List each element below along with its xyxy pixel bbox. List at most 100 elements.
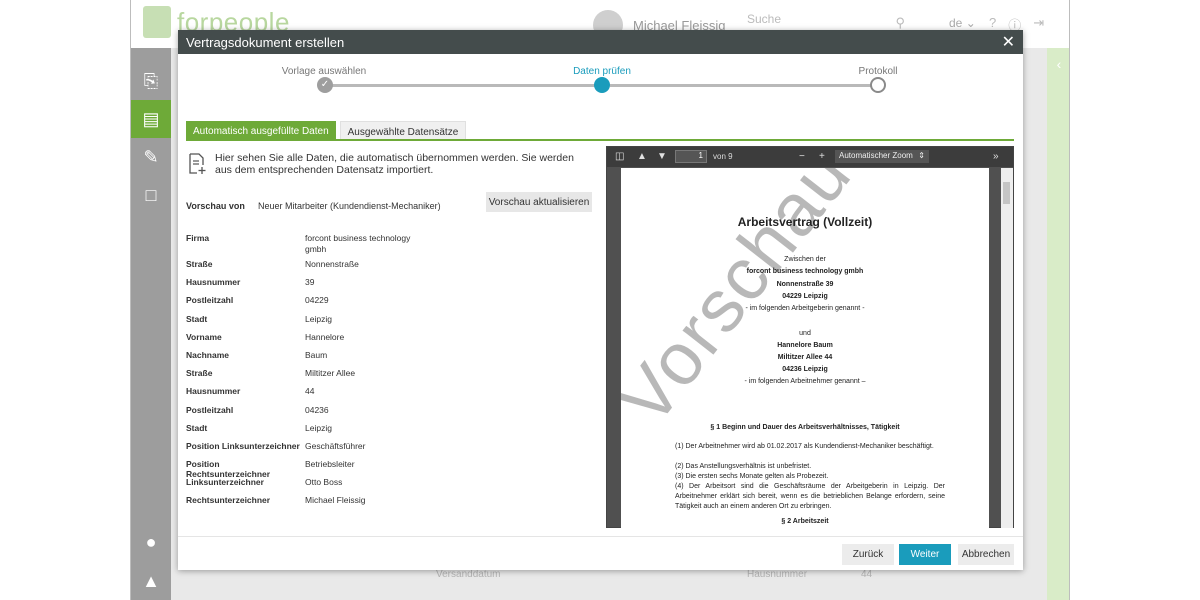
field-label: Rechtsunterzeichner: [186, 495, 271, 506]
step-active-dot[interactable]: [594, 77, 610, 93]
background-field-value: 44: [861, 569, 873, 580]
field-value: 44: [305, 386, 315, 397]
field-row: Linksunterzeichner Otto Boss: [186, 477, 486, 495]
sidebar-item-documents[interactable]: ▤: [131, 100, 171, 138]
pdf-zoom-select[interactable]: Automatischer Zoom ⇕: [835, 150, 929, 163]
field-value: 04236: [305, 404, 329, 415]
field-value: Miltitzer Allee: [305, 368, 356, 379]
cancel-button[interactable]: Abbrechen: [958, 544, 1014, 565]
field-row: Stadt Leipzig: [186, 423, 486, 441]
field-label: Firma: [186, 233, 210, 243]
step-label-template: Vorlage auswählen: [281, 66, 367, 77]
sidebar-item-profile[interactable]: ●: [131, 523, 171, 561]
chevron-left-icon: ‹: [1056, 56, 1062, 72]
step-connector: [332, 84, 600, 87]
language-select[interactable]: de ⌄: [949, 16, 976, 30]
doc-line: 04229 Leipzig: [782, 293, 828, 300]
pdf-page-input[interactable]: 1: [675, 150, 707, 163]
close-icon[interactable]: ✕: [1002, 32, 1015, 52]
more-tools-icon[interactable]: »: [993, 151, 999, 162]
doc-line: forcont business technology gmbh: [746, 268, 864, 275]
step-done-check-icon[interactable]: ✓: [317, 77, 333, 93]
update-preview-button[interactable]: Vorschau aktualisieren: [486, 192, 592, 212]
next-button[interactable]: Weiter: [899, 544, 951, 565]
tab-selected-records[interactable]: Ausgewählte Datensätze: [339, 121, 467, 140]
sidebar-item-folders[interactable]: □: [131, 176, 171, 214]
pdf-zoom-value: Automatischer Zoom: [839, 151, 913, 160]
field-label: Stadt: [186, 422, 208, 433]
field-value: Betriebsleiter: [305, 459, 355, 470]
field-value: Michael Fleissig: [305, 495, 366, 506]
field-row: Rechtsunterzeichner Michael Fleissig: [186, 495, 486, 513]
field-value: Geschäftsführer: [305, 440, 366, 451]
sidebar-item-import[interactable]: ⎘: [131, 62, 171, 100]
sidebar-toggle-icon[interactable]: ◫: [615, 151, 624, 162]
sidebar-item-admin[interactable]: ▲: [131, 562, 171, 600]
field-row: Stadt Leipzig: [186, 314, 486, 332]
background-field-label: Versanddatum: [436, 569, 501, 580]
field-row: Hausnummer 44: [186, 386, 486, 404]
arrow-down-icon[interactable]: ▼: [657, 151, 667, 162]
preview-value: Neuer Mitarbeiter (Kundendienst-Mechanik…: [258, 201, 441, 211]
step-connector: [610, 84, 876, 87]
preview-label: Vorschau von: [186, 201, 245, 211]
step-todo-dot[interactable]: [870, 77, 886, 93]
doc-paragraph: (3) Die ersten sechs Monate gelten als P…: [675, 473, 829, 480]
chevron-updown-icon: ⇕: [918, 151, 925, 160]
back-button[interactable]: Zurück: [842, 544, 894, 565]
field-label: Position Rechtsunterzeichner: [186, 459, 271, 480]
doc-line: Hannelore Baum: [777, 342, 833, 349]
doc-paragraph: (2) Das Anstellungsverhältnis ist unbefr…: [675, 463, 812, 470]
field-value: forcont business technology gmbh: [305, 233, 411, 254]
pdf-toolbar: ◫ ▲ ▼ 1 von 9 − + Automatischer Zoom ⇕ »: [607, 147, 1013, 167]
field-label: Straße: [186, 259, 213, 269]
field-label: Hausnummer: [186, 386, 241, 397]
doc-line: und: [799, 330, 811, 337]
doc-line: - im folgenden Arbeitgeberin genannt -: [745, 305, 865, 312]
field-row: Hausnummer 39: [186, 277, 486, 295]
field-row: Firma forcont business technology gmbh: [186, 233, 486, 259]
doc-line: Zwischen der: [784, 256, 826, 263]
field-value: 39: [305, 277, 315, 288]
field-value: Hannelore: [305, 331, 345, 342]
admin-icon: ▲: [142, 570, 160, 591]
document-icon: ▤: [142, 108, 160, 129]
field-value: Leipzig: [305, 422, 332, 433]
tab-bar: Automatisch ausgefüllte Daten Ausgewählt…: [186, 121, 470, 140]
logout-icon[interactable]: ⇥: [1033, 15, 1044, 34]
field-value: Otto Boss: [305, 477, 343, 488]
right-panel-strip[interactable]: ‹: [1047, 48, 1069, 600]
field-row: Straße Nonnenstraße: [186, 259, 486, 277]
field-row: Position Linksunterzeichner Geschäftsführ…: [186, 441, 486, 459]
step-label-data: Daten prüfen: [573, 66, 631, 77]
field-label: Stadt: [186, 313, 208, 324]
field-label: Hausnummer: [186, 277, 241, 288]
zoom-out-icon[interactable]: −: [799, 151, 805, 162]
arrow-up-icon[interactable]: ▲: [637, 151, 647, 162]
logo-icon: [143, 6, 171, 38]
field-label: Straße: [186, 368, 213, 379]
zoom-in-icon[interactable]: +: [819, 151, 825, 162]
field-label: Postleitzahl: [186, 404, 234, 415]
field-value: Baum: [305, 349, 328, 360]
sidebar-item-edit[interactable]: ✎: [131, 138, 171, 176]
scroll-thumb[interactable]: [1003, 182, 1010, 204]
dialog-title: Vertragsdokument erstellen: [186, 35, 345, 50]
tab-auto-filled[interactable]: Automatisch ausgefüllte Daten: [186, 121, 336, 140]
search-placeholder: Suche: [747, 12, 782, 26]
tab-underline: [186, 139, 1014, 141]
search-icon[interactable]: ⚲: [895, 15, 905, 31]
field-row: Nachname Baum: [186, 350, 486, 368]
language-value: de: [949, 16, 963, 30]
field-label: Position Linksunterzeichner: [186, 440, 300, 451]
doc-section-heading: § 1 Beginn und Dauer des Arbeitsverhältn…: [710, 424, 900, 431]
doc-section-heading: § 2 Arbeitszeit: [781, 518, 829, 525]
field-label: Nachname: [186, 349, 229, 360]
field-value: 04229: [305, 295, 329, 306]
field-row: Straße Miltitzer Allee: [186, 368, 486, 386]
sidebar: ⎘ ▤ ✎ □ ● ▲: [131, 48, 171, 600]
field-value: Nonnenstraße: [305, 259, 359, 269]
doc-line: 04236 Leipzig: [782, 366, 828, 373]
doc-line: Nonnenstraße 39: [776, 281, 834, 288]
pdf-scrollbar[interactable]: [1001, 168, 1013, 528]
